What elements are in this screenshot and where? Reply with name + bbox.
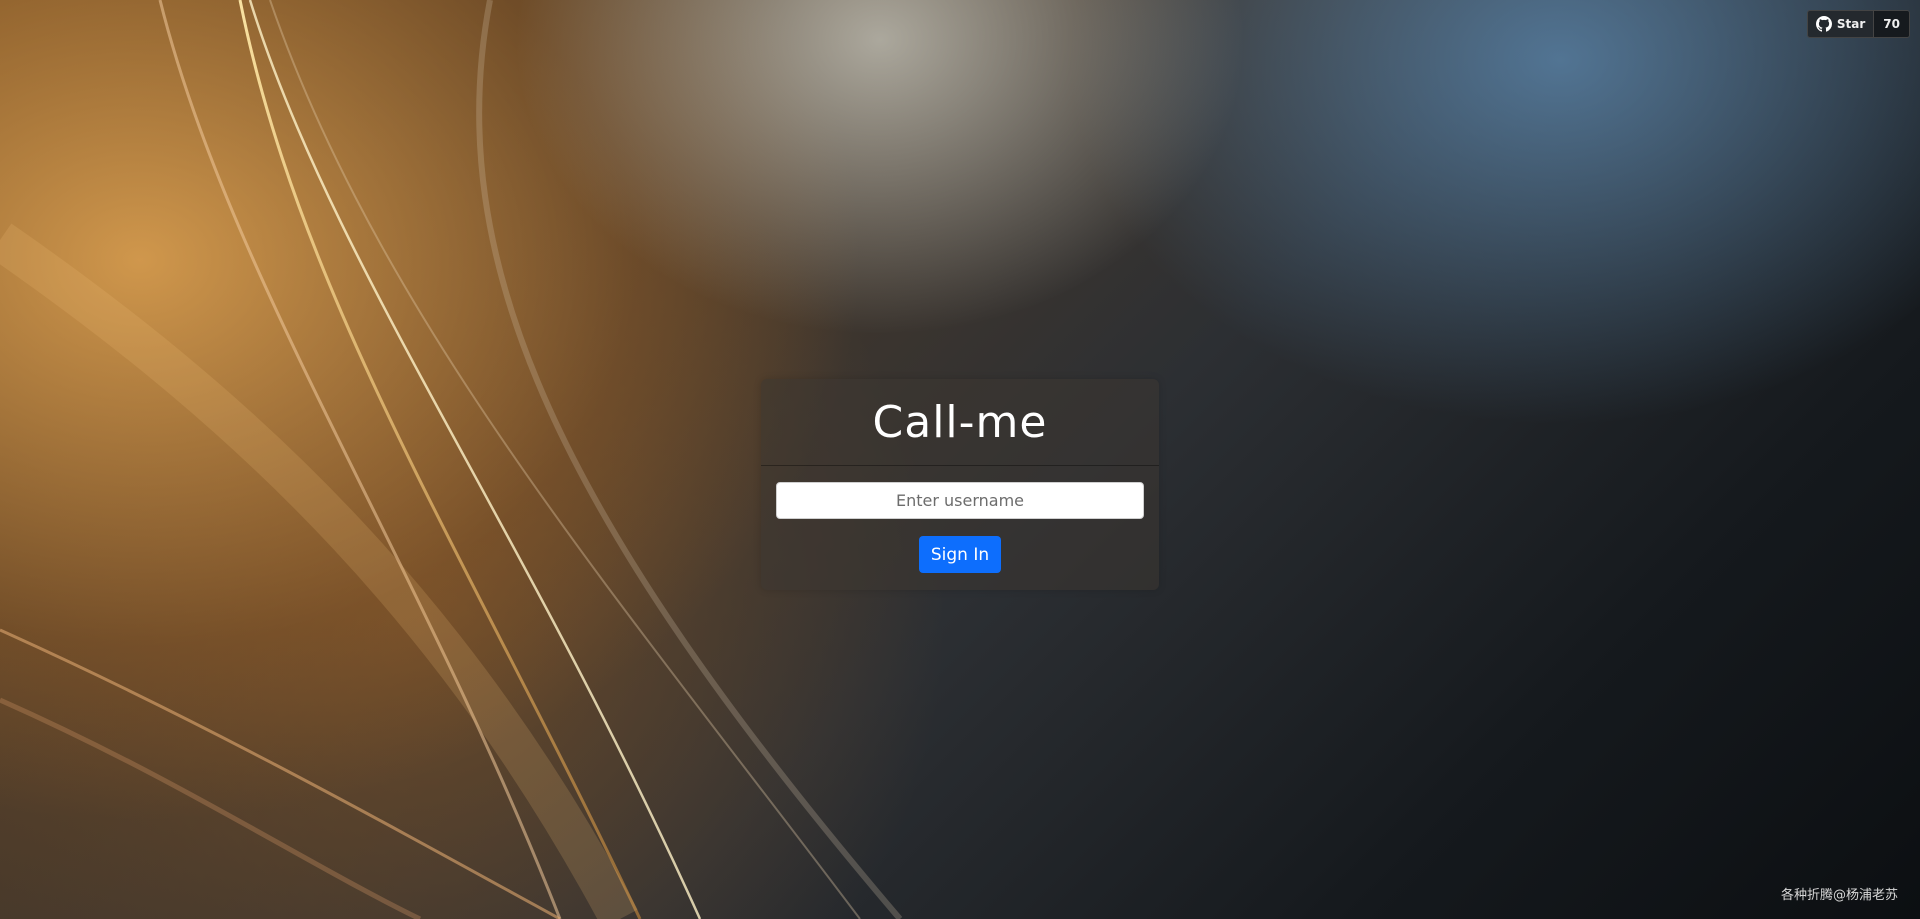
username-input[interactable]: [776, 482, 1144, 519]
github-star-button[interactable]: Star 70: [1806, 10, 1910, 38]
github-star-text: Star: [1836, 17, 1866, 31]
sign-in-button[interactable]: Sign In: [919, 536, 1001, 573]
login-card: Call-me Sign In: [761, 379, 1159, 590]
footer-credit: 各种折腾@杨浦老苏: [1780, 888, 1898, 903]
login-card-header: Call-me: [761, 379, 1159, 466]
github-star-count[interactable]: 70: [1873, 11, 1909, 37]
github-star-label-area[interactable]: Star: [1807, 11, 1874, 37]
app-title: Call-me: [872, 396, 1048, 448]
github-icon: [1815, 16, 1832, 32]
